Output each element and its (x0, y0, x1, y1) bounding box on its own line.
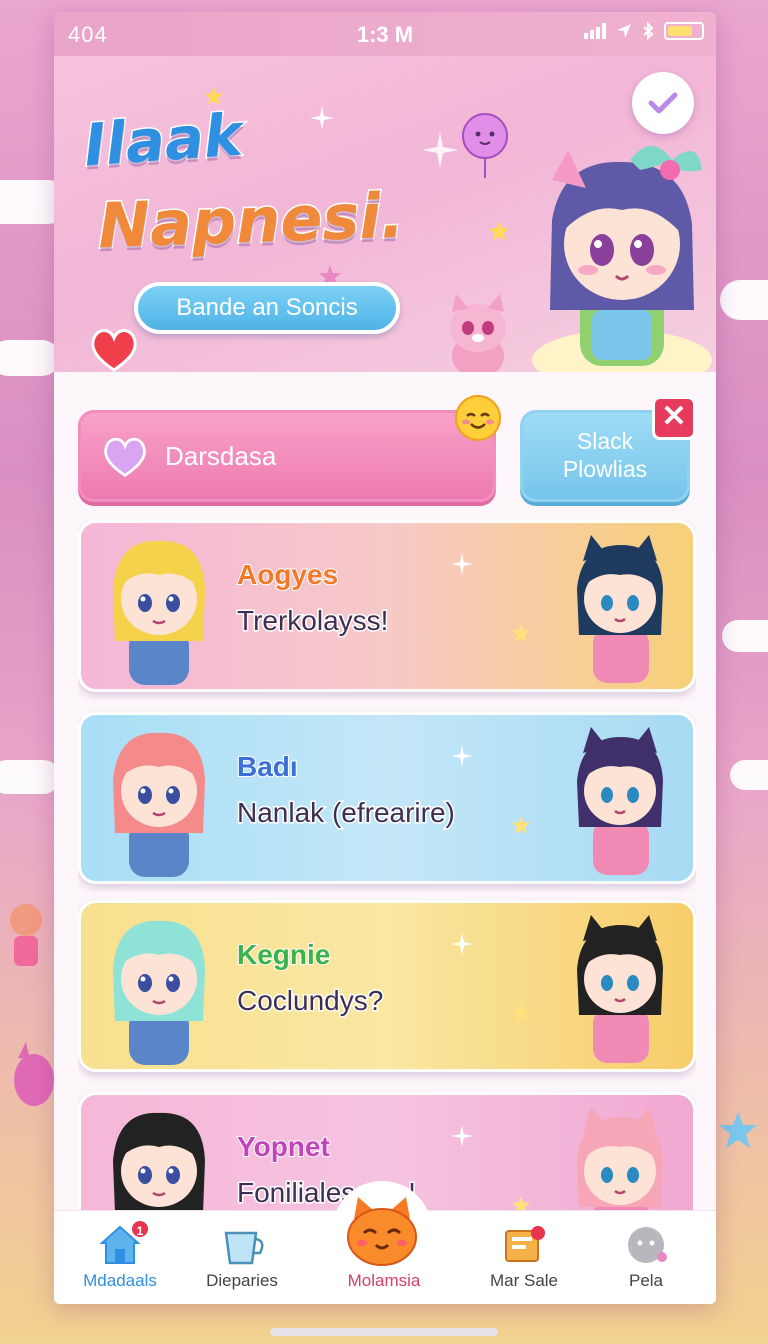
hero-title-line-1: Ilaak (80, 99, 246, 181)
avatar-left (113, 540, 205, 685)
tab-home-label: Mdadaals (83, 1271, 157, 1290)
sparkle-icon (451, 553, 473, 575)
background-star-icon (719, 1112, 757, 1148)
tab-home-badge: 1 (130, 1219, 150, 1239)
actions-row: Darsdasa Slack Plowlias ✕ (54, 394, 716, 504)
tab-marsale-label: Mar Sale (489, 1271, 559, 1290)
sparkle-icon (451, 933, 473, 955)
avatar-left (113, 920, 205, 1065)
avatar-right (577, 727, 663, 875)
star-icon (488, 221, 510, 241)
chat-card[interactable]: Aogyes Trerkolayss! (78, 520, 696, 692)
tab-pela-label: Pela (628, 1271, 664, 1290)
sale-board-icon (505, 1226, 545, 1262)
chat-bubble-icon (628, 1227, 667, 1263)
cup-icon (224, 1231, 264, 1265)
card-message: Nanlak (efrearire) (236, 796, 457, 830)
background-cloud (720, 280, 768, 320)
sparkle-icon (310, 106, 334, 130)
sparkle-icon (451, 745, 473, 767)
phone-screen: 404 1:3 M Ilaak Napnesi. Bande an Soncis… (54, 12, 716, 1304)
heart-icon (104, 437, 146, 477)
bottom-tab-bar: 1 Mdadaals Dieparies Molamsia Mar Sale P… (54, 1181, 716, 1304)
tab-center[interactable]: Molamsia (318, 1211, 450, 1304)
background-cloud (722, 620, 768, 652)
card-message: Trerkolayss! (235, 604, 389, 638)
star-icon (511, 1004, 531, 1022)
chat-card[interactable]: Kegnie Coclundys? (78, 900, 696, 1072)
avatar-left (113, 1112, 205, 1210)
close-button[interactable]: ✕ (652, 396, 696, 440)
background-cloud (730, 760, 768, 790)
star-icon (511, 624, 531, 642)
star-icon (511, 816, 531, 834)
tab-home[interactable]: 1 Mdadaals (54, 1211, 186, 1304)
tab-marsale[interactable]: Mar Sale (458, 1211, 590, 1304)
status-icons (584, 22, 704, 40)
sparkle-icon (451, 1125, 473, 1147)
anime-girl-illustration (532, 146, 712, 372)
card-name: Aogyes (236, 558, 339, 591)
pink-cat-illustration (450, 294, 506, 372)
signal-icon (584, 23, 606, 39)
smiley-face-icon (455, 395, 501, 441)
close-icon: ✕ (661, 400, 687, 433)
hero-banner: Ilaak Napnesi. Bande an Soncis (54, 56, 716, 372)
primary-action-label: Darsdasa (165, 441, 277, 471)
check-button[interactable] (632, 72, 694, 134)
sparkle-icon (422, 132, 458, 168)
avatar-right (577, 535, 663, 683)
hero-cta-button[interactable]: Bande an Soncis (134, 282, 400, 334)
card-name: Badı (236, 750, 299, 783)
check-icon (648, 92, 678, 114)
primary-action-button[interactable]: Darsdasa (78, 410, 496, 502)
battery-icon (664, 22, 704, 40)
background-cat-icon (14, 1042, 54, 1106)
background-chibi-icon (10, 904, 42, 966)
hero-title-line-2: Napnesi. (95, 177, 406, 264)
status-bar: 404 1:3 M (54, 12, 716, 56)
tab-diaries[interactable]: Dieparies (176, 1211, 308, 1304)
background-cloud (0, 760, 60, 794)
heart-icon (91, 329, 137, 372)
tab-diaries-label: Dieparies (206, 1271, 278, 1290)
chat-card[interactable]: Badı Nanlak (efrearire) (78, 712, 696, 884)
chat-list[interactable]: Aogyes Trerkolayss! Badı Nanlak (efrearire)… (78, 520, 696, 1210)
avatar-right (577, 915, 663, 1063)
star-icon (511, 1196, 531, 1210)
avatar-left (113, 732, 205, 877)
card-name: Kegnie (236, 938, 331, 971)
location-icon (617, 24, 631, 38)
tab-center-label: Molamsia (347, 1271, 421, 1290)
background-cloud (0, 340, 60, 376)
card-name: Yopnet (236, 1130, 331, 1163)
avatar-right (577, 1107, 663, 1210)
home-indicator[interactable] (270, 1328, 498, 1336)
secondary-action-label-line2: Plowlias (562, 456, 648, 482)
tab-pela[interactable]: Pela (580, 1211, 712, 1304)
card-message: Coclundys? (235, 984, 384, 1018)
bluetooth-icon (643, 22, 654, 40)
balloon-face-icon (462, 113, 508, 178)
